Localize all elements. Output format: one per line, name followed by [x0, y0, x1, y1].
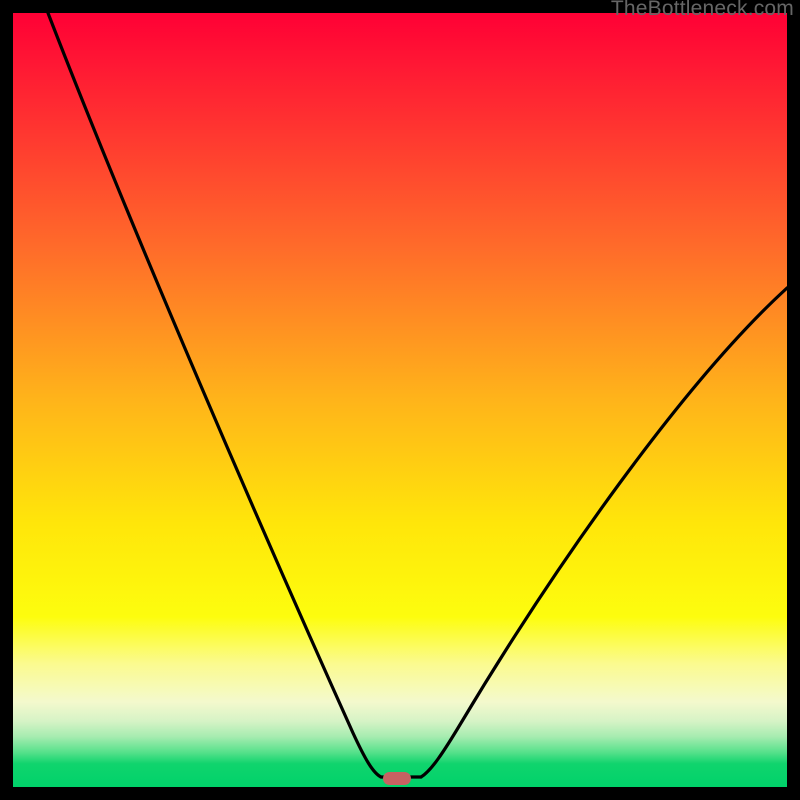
bottleneck-curve [13, 13, 787, 787]
watermark-text: TheBottleneck.com [611, 0, 794, 21]
plot-area [13, 13, 787, 787]
optimal-marker [383, 772, 411, 785]
chart-frame: TheBottleneck.com [0, 0, 800, 800]
